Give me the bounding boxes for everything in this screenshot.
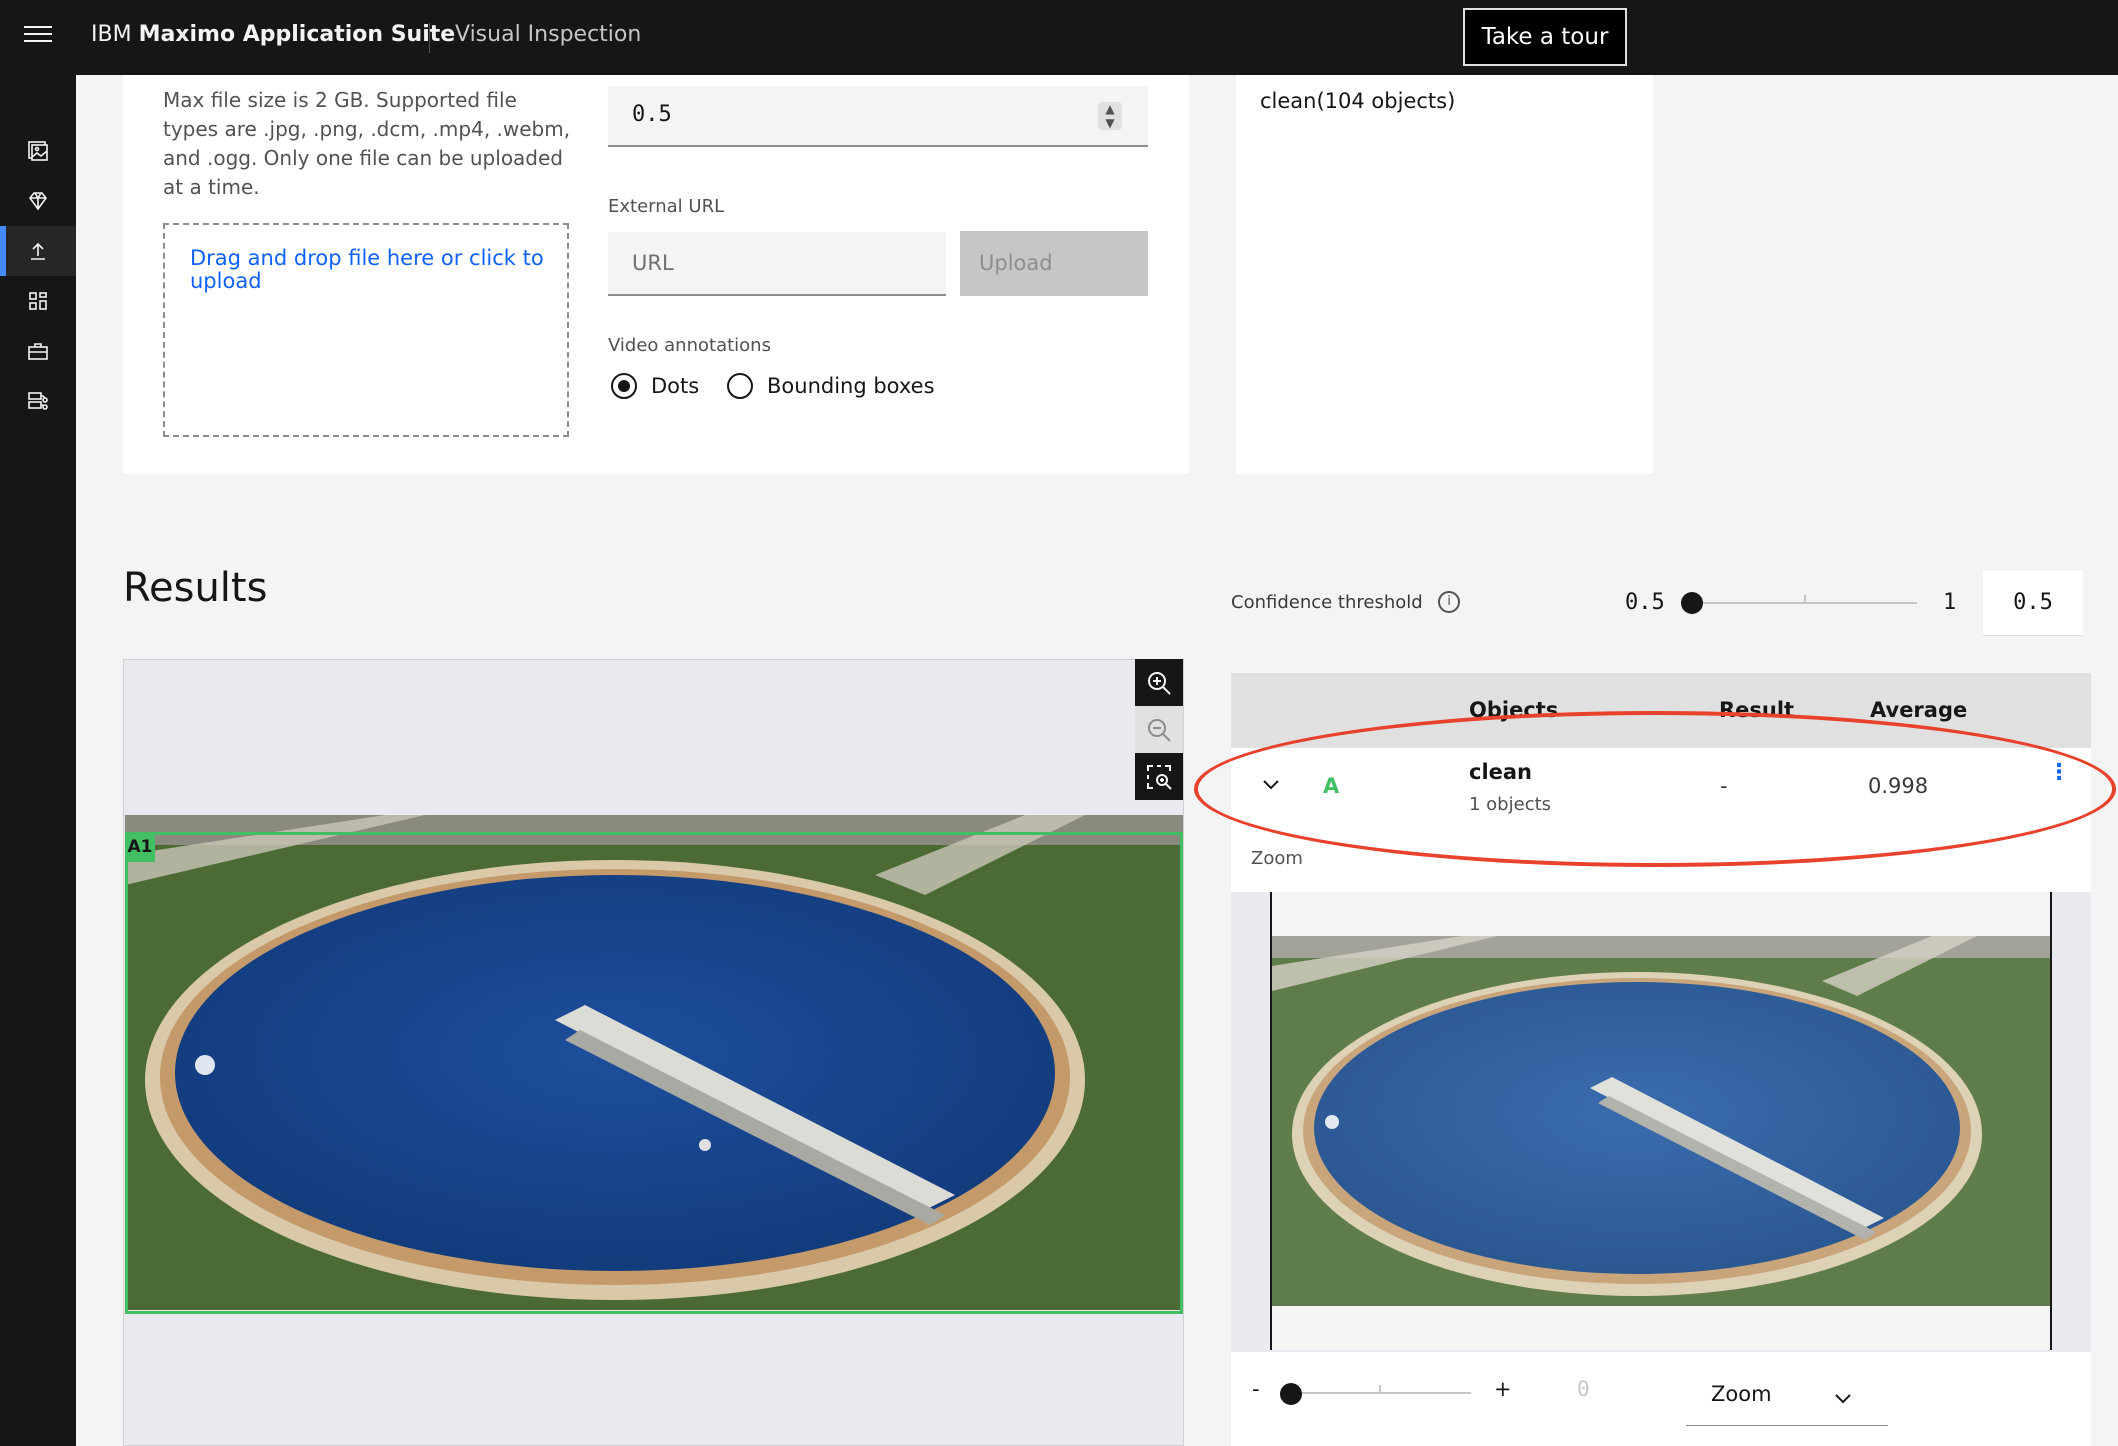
- sidebar-item-toolbox[interactable]: [0, 326, 76, 376]
- radio-dots-label: Dots: [651, 374, 700, 398]
- results-table-header: Objects Result Average: [1231, 673, 2091, 748]
- object-average: 0.998: [1868, 774, 1929, 798]
- sidebar-item-data-sets[interactable]: [0, 126, 76, 176]
- zoom-in-icon: [1148, 671, 1171, 695]
- model-diamond-icon: [28, 192, 48, 211]
- sidebar-item-dashboard[interactable]: [0, 276, 76, 326]
- bounding-box-label: A1: [125, 832, 155, 862]
- summary-text: clean(104 objects): [1260, 89, 1456, 113]
- radio-bounding-boxes-label: Bounding boxes: [767, 374, 935, 398]
- confidence-value-input[interactable]: 0.5: [1983, 571, 2083, 636]
- file-drop-zone[interactable]: Drag and drop file here or click to uplo…: [163, 223, 569, 437]
- sidebar-item-deploy-upload[interactable]: [0, 226, 76, 276]
- zoom-in-button[interactable]: [1135, 659, 1183, 706]
- number-stepper[interactable]: ▲ ▼: [1098, 102, 1122, 130]
- external-url-label: External URL: [608, 196, 725, 217]
- zoom-select-value: Zoom: [1711, 1382, 1772, 1406]
- dashboard-grid-icon: [29, 292, 47, 310]
- object-letter: A: [1323, 774, 1340, 798]
- url-input[interactable]: URL: [608, 232, 946, 296]
- side-nav: [0, 75, 76, 1446]
- brand-title[interactable]: IBM Maximo Application Suite: [91, 22, 455, 47]
- threshold-number-value: 0.5: [632, 102, 672, 127]
- zoom-slider-tick: [1379, 1385, 1381, 1393]
- zoom-minus-button[interactable]: -: [1252, 1377, 1260, 1401]
- zoom-select[interactable]: Zoom: [1686, 1372, 1888, 1426]
- detection-bounding-box[interactable]: [125, 832, 1183, 1314]
- product-name[interactable]: Visual Inspection: [455, 22, 641, 47]
- chevron-down-icon: [1835, 1394, 1851, 1404]
- object-count: 1 objects: [1469, 794, 1552, 815]
- radio-bounding-boxes-circle[interactable]: [727, 373, 753, 399]
- zoom-out-button[interactable]: [1135, 706, 1183, 753]
- summary-card: [1236, 75, 1653, 474]
- hamburger-menu-icon[interactable]: [24, 26, 52, 48]
- brand-prefix: IBM: [91, 22, 132, 47]
- slider-max-label: 1: [1943, 590, 1957, 615]
- drop-zone-text[interactable]: Drag and drop file here or click to uplo…: [190, 247, 550, 293]
- zoom-image: [1272, 936, 2050, 1306]
- zoom-label: Zoom: [1251, 848, 1303, 869]
- zoom-controls: - + 0: [1231, 1353, 2091, 1425]
- top-header: IBM Maximo Application Suite Visual Insp…: [0, 0, 2118, 75]
- brand-name: Maximo Application Suite: [138, 22, 456, 47]
- file-size-note: Max file size is 2 GB. Supported file ty…: [163, 88, 571, 199]
- overflow-menu-icon[interactable]: ⋮: [2048, 762, 2070, 784]
- radio-bounding-boxes[interactable]: Bounding boxes: [727, 373, 935, 399]
- zoom-image-frame: [1270, 892, 2052, 1350]
- zoom-value[interactable]: 0: [1577, 1377, 1590, 1401]
- zoom-area-icon: [1147, 764, 1172, 790]
- upload-icon: [31, 242, 45, 260]
- header-divider: [429, 23, 430, 53]
- zoom-out-icon: [1148, 718, 1171, 742]
- video-annotations-label: Video annotations: [608, 335, 771, 356]
- column-header-average[interactable]: Average: [1870, 698, 1967, 722]
- table-row[interactable]: A clean 1 objects - 0.998 ⋮: [1231, 748, 2091, 827]
- data-flow-icon: [28, 392, 48, 410]
- upload-button[interactable]: Upload: [960, 231, 1148, 296]
- threshold-number-input[interactable]: 0.5 ▲ ▼: [608, 86, 1148, 147]
- chevron-down-icon[interactable]: ▼: [1098, 116, 1122, 130]
- slider-min-label: 0.5: [1625, 590, 1665, 615]
- zoom-slider-thumb[interactable]: [1280, 1383, 1302, 1405]
- confidence-slider-thumb[interactable]: [1681, 592, 1703, 614]
- object-result: -: [1720, 774, 1728, 798]
- sidebar-item-data-flow[interactable]: [0, 376, 76, 426]
- sidebar-item-models[interactable]: [0, 176, 76, 226]
- slider-midpoint-tick: [1804, 595, 1806, 603]
- zoom-plus-button[interactable]: +: [1494, 1377, 1512, 1401]
- info-icon[interactable]: i: [1438, 591, 1460, 613]
- confidence-threshold-label: Confidence threshold: [1231, 592, 1423, 613]
- take-a-tour-button[interactable]: Take a tour: [1463, 8, 1627, 66]
- radio-dots-circle[interactable]: [611, 373, 637, 399]
- object-name: clean: [1469, 760, 1533, 784]
- radio-dots[interactable]: Dots: [611, 373, 699, 399]
- toolbox-icon: [28, 343, 48, 360]
- chevron-down-icon[interactable]: [1261, 778, 1281, 792]
- image-dataset-icon: [28, 141, 48, 161]
- zoom-fit-button[interactable]: [1135, 753, 1183, 800]
- chevron-up-icon[interactable]: ▲: [1098, 102, 1122, 116]
- results-title: Results: [123, 565, 268, 611]
- column-header-objects[interactable]: Objects: [1469, 698, 1558, 722]
- zoom-slider-track[interactable]: [1291, 1392, 1471, 1394]
- column-header-result[interactable]: Result: [1719, 698, 1794, 722]
